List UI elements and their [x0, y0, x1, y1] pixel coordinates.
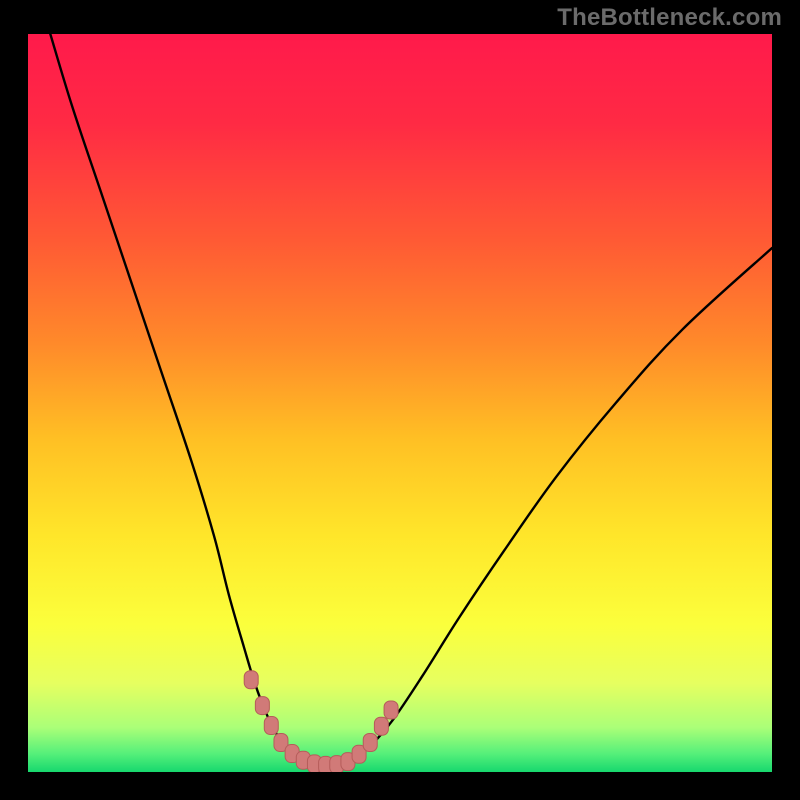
chart-svg	[28, 34, 772, 772]
chart-frame: TheBottleneck.com	[0, 0, 800, 800]
plot-area	[28, 34, 772, 772]
marker-point	[244, 671, 258, 689]
marker-point	[363, 733, 377, 751]
marker-point	[264, 717, 278, 735]
marker-point	[255, 697, 269, 715]
marker-point	[374, 717, 388, 735]
gradient-background	[28, 34, 772, 772]
marker-point	[384, 701, 398, 719]
watermark-text: TheBottleneck.com	[557, 4, 782, 32]
